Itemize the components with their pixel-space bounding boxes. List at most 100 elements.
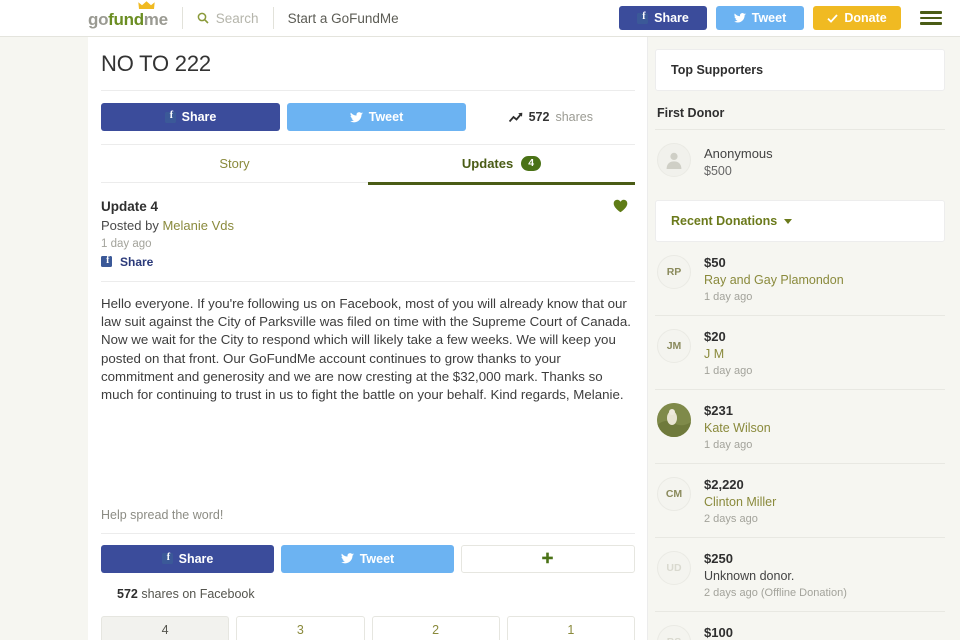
shares-count-value: 572 <box>528 110 550 124</box>
hamburger-menu-icon[interactable] <box>920 11 942 25</box>
campaign-tweet-button[interactable]: Tweet <box>287 103 466 131</box>
facebook-icon <box>164 110 176 123</box>
donation-info: $231 Kate Wilson 1 day ago <box>704 403 771 451</box>
nav-actions: Share Tweet Donate <box>619 6 942 30</box>
donation-amount: $100 <box>704 625 733 640</box>
donation-amount: $2,220 <box>704 477 744 492</box>
nav-divider-2 <box>272 7 274 29</box>
campaign-share-button[interactable]: Share <box>101 103 280 131</box>
tab-updates[interactable]: Updates 4 <box>368 145 635 182</box>
twitter-icon <box>340 553 354 564</box>
pagination-page-2[interactable]: 2 <box>371 615 500 640</box>
facebook-shares-text: shares on Facebook <box>137 586 255 601</box>
tab-updates-label: Updates <box>461 156 514 171</box>
avatar <box>657 143 691 177</box>
page-body: NO TO 222 Share Tweet 572 shares <box>0 37 960 640</box>
gofundme-logo[interactable]: gofundme <box>88 1 168 29</box>
facebook-icon <box>161 552 173 565</box>
nav-share-button[interactable]: Share <box>619 6 707 30</box>
search-box[interactable]: Search <box>197 11 259 26</box>
facebook-shares-value: 572 <box>117 586 138 601</box>
donation-time: 2 days ago (Offline Donation) <box>704 587 847 599</box>
search-icon <box>197 12 209 24</box>
logo-text-fund: fund <box>108 10 144 29</box>
donation-time: 2 days ago <box>704 513 758 525</box>
pagination-page-4[interactable]: 4 <box>101 615 230 640</box>
update-time-ago: 1 day ago <box>101 237 152 250</box>
donor-name: Unknown donor. <box>704 569 795 583</box>
plus-icon <box>542 552 554 564</box>
facebook-icon <box>637 11 649 24</box>
more-share-options-button[interactable] <box>460 544 635 573</box>
list-item: UD $250 Unknown donor. 2 days ago (Offli… <box>655 537 945 611</box>
top-supporters-label: Top Supporters <box>671 63 764 77</box>
pagination-page-1[interactable]: 1 <box>506 615 635 640</box>
tab-story[interactable]: Story <box>101 145 368 182</box>
update-author-line: Posted by Melanie Vds <box>101 218 635 233</box>
donor-name[interactable]: Ray and Gay Plamondon <box>704 273 844 287</box>
avatar: CM <box>657 477 691 511</box>
check-icon <box>827 13 838 23</box>
spread-the-word-heading: Help spread the word! <box>101 507 224 522</box>
nav-donate-label: Donate <box>844 11 887 25</box>
donation-amount: $20 <box>704 329 726 344</box>
list-item: BS $100 Brian & Ellen Sacho 2 days ago (… <box>655 611 945 640</box>
tab-underline-story <box>101 182 368 183</box>
donor-name[interactable]: J M <box>704 347 752 361</box>
donation-amount: $250 <box>704 551 733 566</box>
recent-donations-dropdown[interactable]: Recent Donations <box>655 200 945 242</box>
updates-pagination: 4 3 2 1 <box>101 601 635 640</box>
donation-amount: $50 <box>704 255 726 270</box>
person-icon <box>666 152 682 169</box>
donation-time: 1 day ago <box>704 291 753 303</box>
shares-count: 572 shares <box>508 110 593 124</box>
donation-amount: $231 <box>704 403 733 418</box>
updates-count-badge: 4 <box>521 156 542 171</box>
spread-share-button[interactable]: Share <box>101 544 274 573</box>
first-donor-name: Anonymous <box>704 146 773 161</box>
avatar: JM <box>657 329 691 363</box>
pagination-page-3[interactable]: 3 <box>236 615 365 640</box>
donation-time: 1 day ago <box>704 439 753 451</box>
logo-text-me: me <box>143 10 168 29</box>
nav-tweet-label: Tweet <box>751 11 787 25</box>
heart-icon[interactable] <box>613 199 628 213</box>
update-share-label: Share <box>120 254 154 269</box>
logo-text-go: go <box>88 10 109 29</box>
list-item: RP $50 Ray and Gay Plamondon 1 day ago <box>655 242 945 315</box>
trending-up-icon <box>508 112 522 122</box>
content-tabs: Story Updates 4 <box>101 145 635 182</box>
avatar-initials: RP <box>666 266 682 278</box>
spread-tweet-label: Tweet <box>359 551 395 566</box>
campaign-tweet-label: Tweet <box>368 110 404 124</box>
nav-tweet-button[interactable]: Tweet <box>716 6 804 30</box>
spread-share-label: Share <box>178 551 214 566</box>
nav-donate-button[interactable]: Donate <box>813 6 901 30</box>
donor-name[interactable]: Clinton Miller <box>704 495 776 509</box>
avatar: UD <box>657 551 691 585</box>
avatar-initials: JM <box>666 340 682 352</box>
donor-name[interactable]: Kate Wilson <box>704 421 771 435</box>
spread-tweet-button[interactable]: Tweet <box>280 544 454 573</box>
update-author-link[interactable]: Melanie Vds <box>162 218 234 233</box>
update-header: Update 4 Posted by Melanie Vds 1 day ago… <box>101 185 635 269</box>
list-item: JM $20 J M 1 day ago <box>655 315 945 389</box>
update-body-text: Hello everyone. If you're following us o… <box>101 295 631 403</box>
search-placeholder-text: Search <box>215 10 259 26</box>
start-a-gofundme-link[interactable]: Start a GoFundMe <box>288 11 399 26</box>
donation-info: $50 Ray and Gay Plamondon 1 day ago <box>704 255 844 303</box>
spread-share-row: Share Tweet <box>101 534 635 573</box>
avatar-initials: BS <box>667 636 682 640</box>
first-donor-row: Anonymous $500 <box>655 130 945 190</box>
first-donor-amount: $500 <box>704 164 732 178</box>
update-title: Update 4 <box>101 198 159 214</box>
facebook-icon <box>101 255 112 267</box>
recent-donations-list: RP $50 Ray and Gay Plamondon 1 day ago J… <box>655 242 945 640</box>
donation-time: 1 day ago <box>704 365 753 377</box>
nav-divider-1 <box>181 7 183 29</box>
update-share-link[interactable]: Share <box>101 255 635 269</box>
page-title: NO TO 222 <box>101 51 211 76</box>
campaign-share-row: Share Tweet 572 shares <box>101 91 635 144</box>
top-supporters-card[interactable]: Top Supporters <box>655 49 945 91</box>
chevron-down-icon <box>784 218 793 224</box>
